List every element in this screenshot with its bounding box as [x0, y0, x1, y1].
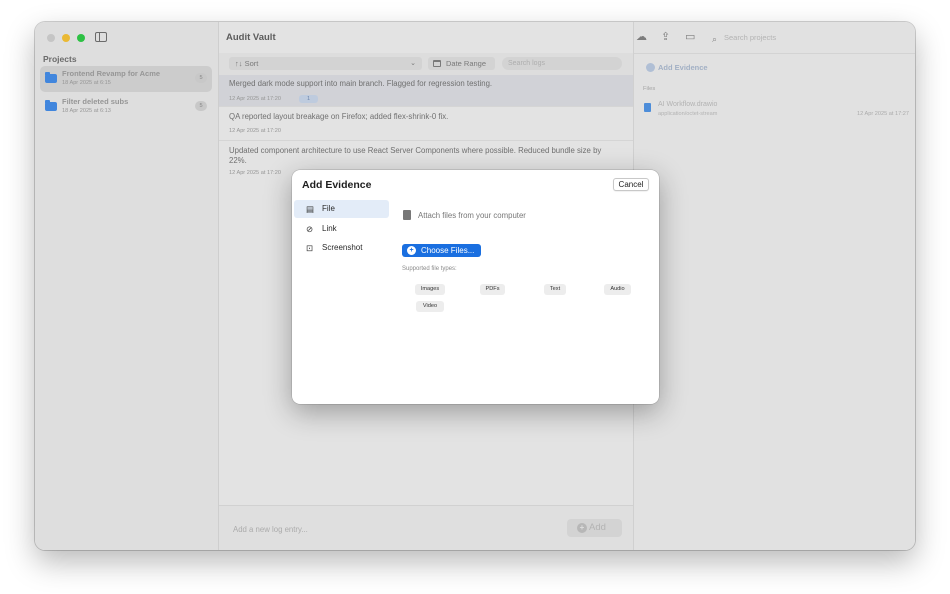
plus-icon: +: [407, 246, 416, 255]
tab-screenshot[interactable]: ⊡ Screenshot: [294, 239, 389, 257]
cancel-button[interactable]: Cancel: [613, 178, 649, 191]
add-evidence-dialog: Add Evidence Cancel ▤ File ⊘ Link ⊡ Scre…: [292, 170, 659, 404]
tab-screenshot-label: Screenshot: [322, 243, 363, 252]
supported-types-label: Supported file types:: [402, 266, 457, 272]
screenshot-icon: ⊡: [306, 243, 314, 253]
file-type-chip: PDFs: [480, 284, 505, 295]
dialog-title: Add Evidence: [302, 179, 372, 191]
file-type-chip: Images: [415, 284, 445, 295]
attach-text: Attach files from your computer: [418, 211, 526, 220]
tab-file[interactable]: ▤ File: [294, 200, 389, 218]
document-icon: [403, 210, 411, 220]
file-type-chip: Video: [416, 301, 444, 312]
choose-files-label: Choose Files...: [421, 246, 475, 255]
tab-link[interactable]: ⊘ Link: [294, 220, 389, 238]
tab-file-label: File: [322, 204, 335, 213]
document-icon: ▤: [306, 204, 315, 214]
link-icon: ⊘: [306, 224, 314, 234]
file-type-chip: Text: [544, 284, 566, 295]
choose-files-button[interactable]: + Choose Files...: [402, 244, 481, 257]
file-type-chip: Audio: [604, 284, 631, 295]
attach-instructions: Attach files from your computer: [402, 210, 526, 220]
tab-link-label: Link: [322, 224, 337, 233]
